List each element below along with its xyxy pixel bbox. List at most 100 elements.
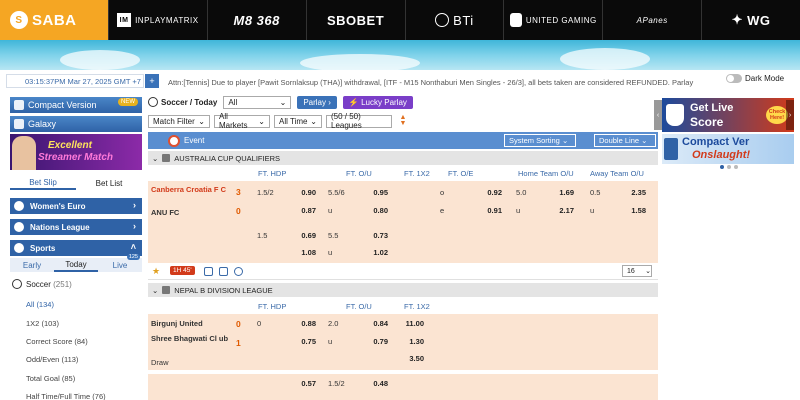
menu-item-correct-score[interactable]: Correct Score (84) <box>26 337 88 346</box>
menu-item-ht-ft[interactable]: Half Time/Full Time (76) <box>26 392 106 400</box>
sidebar-item-nations-league[interactable]: Nations League › <box>10 219 142 235</box>
odds-cell[interactable]: 11.00 <box>404 319 424 328</box>
odds-cell[interactable]: 1.30 <box>404 337 424 346</box>
market-type-select[interactable]: All ⌄ <box>223 95 292 109</box>
even-label: e <box>440 206 445 215</box>
match-filter-select[interactable]: Match Filter ⌄ <box>148 114 210 128</box>
chart-icon[interactable] <box>219 267 228 276</box>
galaxy-button[interactable]: Galaxy <box>10 116 142 132</box>
odds-cell[interactable]: 0.88 <box>300 319 316 328</box>
provider-sbobet[interactable]: SBOBET <box>307 0 406 40</box>
sports-period-tabs: Early Today Live 125 <box>10 254 142 272</box>
soccer-ball-icon <box>12 279 22 289</box>
provider-wg[interactable]: ✦ WG <box>702 0 800 40</box>
odds-cell[interactable]: 0.91 <box>484 206 502 215</box>
provider-inplaymatrix[interactable]: IM INPLAYMATRIX <box>109 0 208 40</box>
menu-item-total-goal[interactable]: Total Goal (85) <box>26 374 75 383</box>
provider-apanes[interactable]: APanes <box>603 0 703 40</box>
tab-today[interactable]: Today <box>54 258 98 272</box>
get-live-score-ad[interactable]: Get Live Score Check Here! <box>662 98 794 132</box>
odds-cell[interactable]: 1.02 <box>370 248 388 257</box>
toggle-switch-icon[interactable] <box>726 74 742 83</box>
leagues-select[interactable]: (50 / 50) Leagues <box>326 112 392 130</box>
more-markets-select[interactable]: 16 ⌄ <box>622 265 652 277</box>
system-sorting-select[interactable]: System Sorting ⌄ <box>504 134 576 147</box>
ou-line: 5.5 <box>328 231 339 240</box>
tab-live[interactable]: Live 125 <box>98 254 142 272</box>
odds-column-header: FT. HDP FT. O/U FT. 1X2 FT. O/E Home Tea… <box>148 165 658 181</box>
pin-icon[interactable] <box>162 286 171 294</box>
odds-cell[interactable]: 0.48 <box>370 379 388 388</box>
odds-cell[interactable]: 0.92 <box>484 188 502 197</box>
under-label: u <box>590 206 595 215</box>
live-time-badge: 1H 45' <box>170 266 195 275</box>
chevron-right-icon: › <box>133 200 136 210</box>
sort-arrows-icon[interactable]: ▲ ▼ <box>396 114 410 128</box>
carousel-dot[interactable] <box>734 165 738 169</box>
carousel-dots <box>720 165 738 169</box>
tab-bet-slip[interactable]: Bet Slip <box>10 176 76 190</box>
odds-cell[interactable]: 0.79 <box>370 337 388 346</box>
sky-banner <box>0 40 800 70</box>
odds-cell[interactable]: 0.57 <box>300 379 316 388</box>
carousel-next-button[interactable]: › <box>786 100 794 130</box>
dark-mode-toggle[interactable]: Dark Mode <box>726 74 784 83</box>
lucky-parlay-button[interactable]: ⚡ Lucky Parlay <box>342 95 413 109</box>
double-line-select[interactable]: Double Line ⌄ <box>594 134 656 147</box>
all-markets-select[interactable]: All Markets ⌄ <box>214 112 270 130</box>
compact-version-ad[interactable]: Compact Ver Onslaught! <box>662 134 794 164</box>
new-badge: NEW <box>118 98 138 106</box>
menu-item-1x2[interactable]: 1X2 (103) <box>26 319 59 328</box>
parlay-button[interactable]: Parlay › <box>297 95 337 109</box>
streamer-match-promo[interactable]: Excellent Streamer Match <box>10 134 142 170</box>
odds-cell[interactable]: 1.58 <box>628 206 646 215</box>
provider-united-gaming[interactable]: UNITED GAMING <box>504 0 604 40</box>
tab-early[interactable]: Early <box>10 258 54 272</box>
stats-icon[interactable] <box>204 267 213 276</box>
odds-cell[interactable]: 3.50 <box>404 354 424 363</box>
odds-cell[interactable]: 0.73 <box>370 231 388 240</box>
odds-cell[interactable]: 0.69 <box>300 231 316 240</box>
chevron-right-icon: › <box>133 221 136 231</box>
home-ou-line: 5.0 <box>516 188 527 197</box>
brand-shield-icon <box>666 104 684 126</box>
league-header[interactable]: ⌄ NEPAL B DIVISION LEAGUE <box>148 283 658 297</box>
odds-cell[interactable]: 0.75 <box>300 337 316 346</box>
collapse-icon[interactable]: ⌄ <box>152 154 158 163</box>
bti-logo-icon <box>435 13 450 27</box>
sidebar-item-womens-euro[interactable]: Women's Euro › <box>10 198 142 214</box>
sport-soccer[interactable]: Soccer (251) <box>10 276 142 292</box>
nations-league-icon <box>14 222 24 232</box>
provider-bti[interactable]: BTi <box>406 0 505 40</box>
carousel-prev-button[interactable]: ‹ <box>654 100 662 130</box>
odds-cell[interactable]: 1.69 <box>556 188 574 197</box>
announcement-ticker[interactable]: Attn:[Tennis] Due to player [Pawit Sornl… <box>168 78 718 90</box>
tab-bet-list[interactable]: Bet List <box>76 176 142 190</box>
pin-icon[interactable] <box>162 154 171 162</box>
odds-cell[interactable]: 2.35 <box>628 188 646 197</box>
odds-cell[interactable]: 0.87 <box>300 206 316 215</box>
menu-item-odd-even[interactable]: Odd/Even (113) <box>26 355 78 364</box>
expand-button[interactable]: + <box>145 74 159 88</box>
odds-cell[interactable]: 0.90 <box>300 188 316 197</box>
page-title: Soccer / Today <box>148 97 217 107</box>
odds-cell[interactable]: 0.80 <box>370 206 388 215</box>
collapse-icon[interactable]: ⌄ <box>152 286 158 295</box>
clock-bar: 03:15:37PM Mar 27, 2025 GMT +7 + <box>6 74 159 88</box>
odds-cell[interactable]: 0.84 <box>370 319 388 328</box>
odds-cell[interactable]: 0.95 <box>370 188 388 197</box>
provider-m8[interactable]: M8 368 <box>208 0 307 40</box>
menu-item-all[interactable]: All (134) <box>26 300 54 309</box>
odds-cell[interactable]: 2.17 <box>556 206 574 215</box>
carousel-dot[interactable] <box>720 165 724 169</box>
sidebar-item-sports[interactable]: Sports ˄ <box>10 240 142 256</box>
handicap-line: 0 <box>257 319 262 328</box>
all-time-select[interactable]: All Time ⌄ <box>274 114 322 128</box>
carousel-dot[interactable] <box>727 165 731 169</box>
odds-cell[interactable]: 1.08 <box>300 248 316 257</box>
compact-version-button[interactable]: Compact Version NEW <box>10 97 142 113</box>
live-stream-icon[interactable] <box>234 267 243 276</box>
league-header[interactable]: ⌄ AUSTRALIA CUP QUALIFIERS <box>148 151 658 165</box>
favorite-star-icon[interactable]: ★ <box>152 266 160 277</box>
provider-saba[interactable]: S SABA <box>0 0 109 40</box>
